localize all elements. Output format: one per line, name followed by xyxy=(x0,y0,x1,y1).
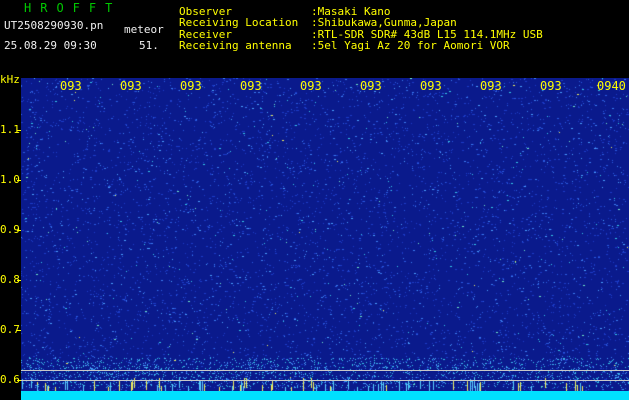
y-axis-unit: kHz xyxy=(0,73,20,86)
y-tick-mark xyxy=(17,130,21,131)
mode-label: meteor xyxy=(124,23,164,36)
spectrogram-plot xyxy=(21,78,629,400)
x-tick-label: 0940 xyxy=(597,79,626,93)
antenna-value: :5el Yagi Az 20 for Aomori VOR xyxy=(311,39,510,52)
detection-count: 51. xyxy=(139,39,159,52)
x-tick-label: 093 xyxy=(60,79,82,93)
x-tick-label: 093 xyxy=(300,79,322,93)
x-tick-label: 093 xyxy=(240,79,262,93)
x-tick-label: 093 xyxy=(180,79,202,93)
app-title: HROFFT xyxy=(24,1,122,15)
filename: UT2508290930.pn xyxy=(4,19,104,32)
y-tick-mark xyxy=(17,330,21,331)
x-tick-label: 093 xyxy=(420,79,442,93)
antenna-label: Receiving antenna xyxy=(179,39,292,52)
datetime: 25.08.29 09:30 xyxy=(4,39,97,52)
spectrogram-canvas xyxy=(21,78,629,400)
y-tick-mark xyxy=(17,280,21,281)
y-tick-mark xyxy=(17,230,21,231)
guide-line-upper xyxy=(21,370,629,371)
x-tick-label: 093 xyxy=(480,79,502,93)
header-panel: HROFFT UT2508290930.pn meteor 25.08.29 0… xyxy=(0,0,629,76)
x-tick-label: 093 xyxy=(120,79,142,93)
signal-baseline xyxy=(21,391,629,400)
guide-line-lower xyxy=(21,380,629,381)
x-tick-label: 093 xyxy=(360,79,382,93)
x-tick-label: 093 xyxy=(540,79,562,93)
y-tick-mark xyxy=(17,180,21,181)
